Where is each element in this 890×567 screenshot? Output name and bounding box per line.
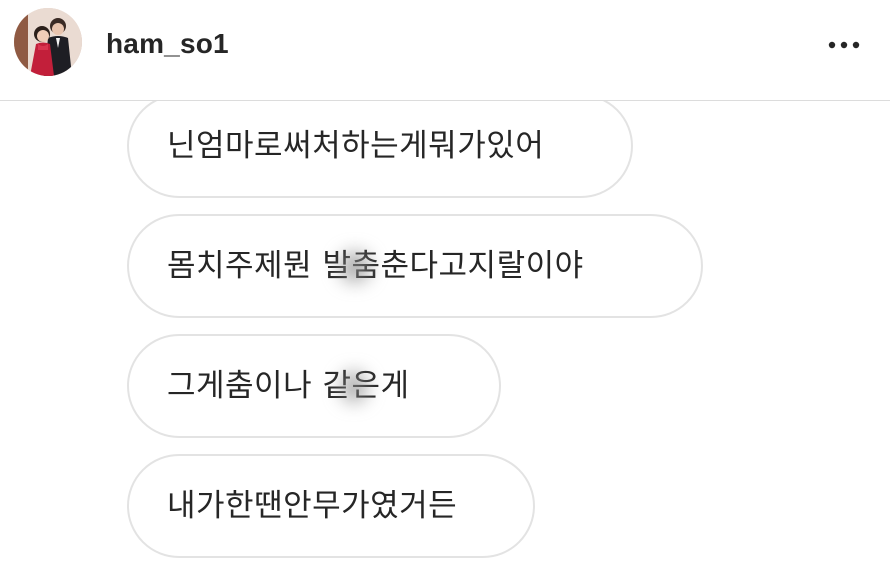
message-text: 닌엄마로써처하는게뭐가있어 [167, 128, 545, 164]
more-options-icon [828, 41, 860, 49]
profile-photo [14, 8, 82, 76]
message-bubble[interactable]: 그게춤이나 같은게 [127, 334, 501, 438]
censor-blur [341, 372, 367, 402]
message-bubble[interactable]: 몸치주제뭔 발춤춘다고지랄이야 [127, 214, 703, 318]
message-text: 몸치주제뭔 발춤춘다고지랄이야 [167, 248, 584, 284]
username[interactable]: ham_so1 [106, 28, 229, 60]
message-text: 그게춤이나 같은게 [167, 368, 410, 404]
chat-header: ham_so1 [0, 0, 890, 101]
message-bubble[interactable]: 내가한땐안무가였거든 [127, 454, 535, 558]
more-options-button[interactable] [824, 28, 864, 62]
message-bubble[interactable]: 닌엄마로써처하는게뭐가있어 [127, 94, 633, 198]
message-text: 내가한땐안무가였거든 [167, 488, 458, 524]
avatar[interactable] [14, 8, 82, 76]
censor-blur [340, 252, 370, 282]
